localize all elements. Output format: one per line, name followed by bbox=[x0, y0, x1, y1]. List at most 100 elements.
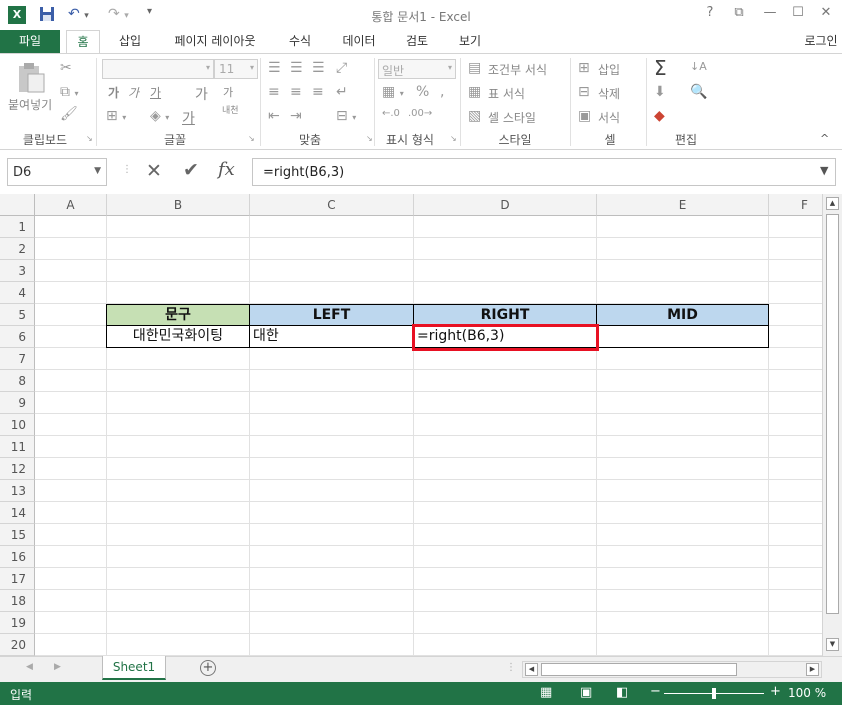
column-header-b[interactable]: B bbox=[107, 194, 250, 216]
tab-file[interactable]: 파일 bbox=[0, 30, 60, 53]
hscroll-left-icon[interactable]: ◀ bbox=[525, 663, 538, 676]
row-header-4[interactable]: 4 bbox=[0, 282, 35, 304]
insert-cells-button[interactable]: 삽입 bbox=[598, 61, 620, 78]
font-name-dropdown[interactable]: ▾ bbox=[102, 59, 214, 79]
tab-page-layout[interactable]: 페이지 레이아웃 bbox=[165, 30, 265, 53]
percent-icon[interactable]: % bbox=[416, 84, 429, 100]
zoom-slider-thumb[interactable] bbox=[712, 688, 716, 699]
phonetic-button[interactable]: 내천 bbox=[222, 106, 244, 116]
format-painter-icon[interactable]: 🖌 bbox=[60, 106, 78, 122]
row-header-5[interactable]: 5 bbox=[0, 304, 35, 326]
sheet-scroll-left-icon[interactable]: ◀ bbox=[26, 662, 33, 672]
row-header-14[interactable]: 14 bbox=[0, 502, 35, 524]
ribbon-display-button[interactable]: ⧉ bbox=[729, 5, 749, 23]
increase-decimal-icon[interactable]: ←.0 bbox=[382, 108, 400, 119]
increase-indent-icon[interactable]: ⇥ bbox=[290, 108, 302, 124]
shrink-font-button[interactable]: 가 bbox=[223, 84, 233, 100]
zoom-slider[interactable] bbox=[664, 688, 764, 699]
sheet-scroll-right-icon[interactable]: ▶ bbox=[54, 662, 61, 672]
alignment-launcher-icon[interactable]: ↘ bbox=[366, 134, 373, 143]
insert-function-button[interactable]: fx bbox=[218, 159, 235, 180]
column-header-f[interactable]: F bbox=[769, 194, 822, 216]
row-header-16[interactable]: 16 bbox=[0, 546, 35, 568]
zoom-in-icon[interactable]: + bbox=[770, 684, 781, 699]
column-header-d[interactable]: D bbox=[414, 194, 597, 216]
page-layout-view-icon[interactable]: ▣ bbox=[580, 685, 592, 700]
cell-d5[interactable]: RIGHT bbox=[413, 304, 597, 326]
fill-color-icon[interactable]: ◈ ▾ bbox=[150, 108, 169, 124]
cell-c6[interactable]: 대한 bbox=[249, 325, 414, 348]
horizontal-scroll-thumb[interactable] bbox=[541, 663, 737, 676]
conditional-formatting-button[interactable]: 조건부 서식 bbox=[488, 61, 547, 78]
align-center-icon[interactable]: ≡ bbox=[290, 84, 302, 100]
delete-cells-icon[interactable]: ⊟ bbox=[578, 84, 590, 100]
vertical-scrollbar[interactable]: ▲ ▼ bbox=[822, 194, 842, 656]
cell-b5[interactable]: 문구 bbox=[106, 304, 250, 326]
format-as-table-button[interactable]: 표 서식 bbox=[488, 85, 525, 102]
enter-icon[interactable]: ✔ bbox=[183, 159, 199, 181]
tab-review[interactable]: 검토 bbox=[399, 30, 435, 53]
cell-b6[interactable]: 대한민국화이팅 bbox=[106, 325, 250, 348]
collapse-ribbon-icon[interactable]: ^ bbox=[820, 132, 829, 145]
row-header-9[interactable]: 9 bbox=[0, 392, 35, 414]
horizontal-scrollbar[interactable]: ◀ ▶ bbox=[522, 661, 822, 678]
help-button[interactable]: ? bbox=[700, 5, 720, 23]
close-button[interactable]: ✕ bbox=[816, 5, 836, 23]
italic-button[interactable]: 가 bbox=[128, 84, 139, 101]
copy-icon[interactable]: ⧉ ▾ bbox=[60, 84, 78, 100]
cell-e6[interactable] bbox=[596, 325, 769, 348]
format-as-table-icon[interactable]: ▦ bbox=[468, 84, 481, 100]
align-top-icon[interactable]: ☰ bbox=[268, 60, 281, 76]
column-header-c[interactable]: C bbox=[250, 194, 414, 216]
name-box[interactable]: D6 ▼ bbox=[7, 158, 107, 186]
cell-c5[interactable]: LEFT bbox=[249, 304, 414, 326]
cancel-icon[interactable]: ✕ bbox=[146, 160, 162, 182]
decrease-indent-icon[interactable]: ⇤ bbox=[268, 108, 280, 124]
account-login[interactable]: 로그인 bbox=[800, 30, 842, 53]
column-header-e[interactable]: E bbox=[597, 194, 769, 216]
row-header-3[interactable]: 3 bbox=[0, 260, 35, 282]
add-sheet-icon[interactable]: + bbox=[200, 660, 216, 676]
format-cells-icon[interactable]: ▣ bbox=[578, 108, 591, 124]
row-header-17[interactable]: 17 bbox=[0, 568, 35, 590]
borders-icon[interactable]: ⊞ ▾ bbox=[106, 108, 126, 124]
align-left-icon[interactable]: ≡ bbox=[268, 84, 280, 100]
row-header-7[interactable]: 7 bbox=[0, 348, 35, 370]
tab-view[interactable]: 보기 bbox=[452, 30, 488, 53]
sort-filter-icon[interactable]: ↓A bbox=[690, 60, 707, 73]
row-header-11[interactable]: 11 bbox=[0, 436, 35, 458]
comma-style-icon[interactable]: , bbox=[440, 84, 444, 100]
autosum-icon[interactable]: Σ bbox=[654, 56, 667, 80]
align-right-icon[interactable]: ≡ bbox=[312, 84, 324, 100]
tab-data[interactable]: 데이터 bbox=[336, 30, 382, 53]
underline-button[interactable]: 가 bbox=[150, 84, 161, 101]
row-header-19[interactable]: 19 bbox=[0, 612, 35, 634]
formula-bar-grip-icon[interactable]: ⋮ bbox=[122, 164, 132, 175]
zoom-out-icon[interactable]: − bbox=[650, 684, 661, 699]
tab-insert[interactable]: 삽입 bbox=[112, 30, 148, 53]
hscroll-grip-icon[interactable]: ⋮ bbox=[506, 662, 516, 673]
vertical-scroll-thumb[interactable] bbox=[826, 214, 839, 614]
expand-formula-bar-icon[interactable]: ▼ bbox=[820, 164, 828, 177]
paste-button[interactable]: 붙여넣기 bbox=[8, 96, 52, 113]
row-header-6[interactable]: 6 bbox=[0, 326, 35, 348]
column-header-a[interactable]: A bbox=[35, 194, 107, 216]
scroll-down-icon[interactable]: ▼ bbox=[826, 638, 839, 651]
format-cells-button[interactable]: 서식 bbox=[598, 109, 620, 126]
scroll-up-icon[interactable]: ▲ bbox=[826, 197, 839, 210]
orientation-icon[interactable]: ⤢ bbox=[336, 60, 347, 76]
grow-font-button[interactable]: 가 bbox=[195, 84, 208, 104]
row-header-2[interactable]: 2 bbox=[0, 238, 35, 260]
number-format-dropdown[interactable]: 일반 ▾ bbox=[378, 59, 456, 79]
row-header-20[interactable]: 20 bbox=[0, 634, 35, 656]
row-header-10[interactable]: 10 bbox=[0, 414, 35, 436]
find-select-icon[interactable]: 🔍 bbox=[690, 84, 707, 100]
row-header-18[interactable]: 18 bbox=[0, 590, 35, 612]
page-break-view-icon[interactable]: ◧ bbox=[616, 685, 628, 700]
cell-e5[interactable]: MID bbox=[596, 304, 769, 326]
align-bottom-icon[interactable]: ☰ bbox=[312, 60, 325, 76]
merge-center-icon[interactable]: ⊟ ▾ bbox=[336, 108, 356, 124]
hscroll-right-icon[interactable]: ▶ bbox=[806, 663, 819, 676]
row-header-13[interactable]: 13 bbox=[0, 480, 35, 502]
cell-styles-button[interactable]: 셀 스타일 bbox=[488, 109, 536, 126]
